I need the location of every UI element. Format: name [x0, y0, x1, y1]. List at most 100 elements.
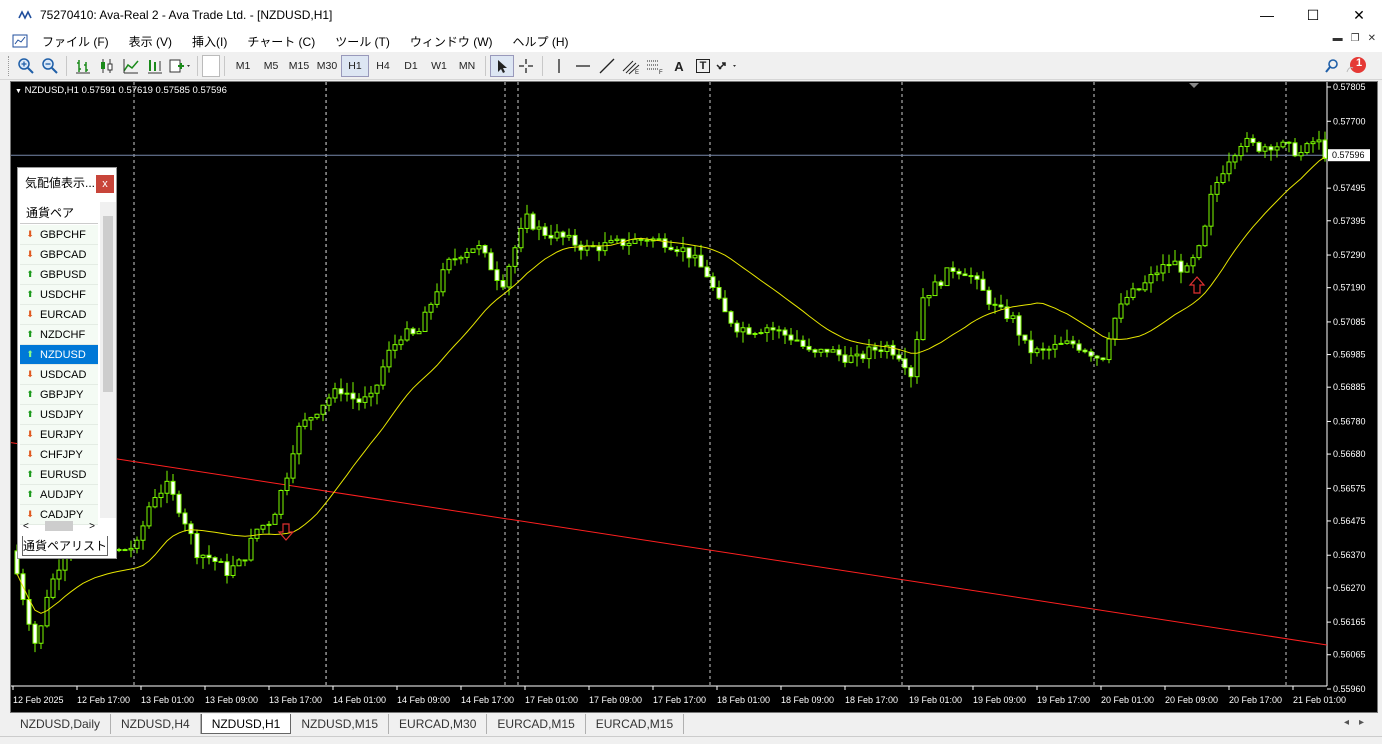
chart-tab[interactable]: EURCAD,M30	[389, 714, 488, 734]
symbol-row[interactable]: ⬇ GBPCHF	[20, 225, 98, 245]
symbol-row[interactable]: ⬇ USDCAD	[20, 365, 98, 385]
horizontal-scrollbar[interactable]: < >	[20, 518, 98, 534]
candle-body	[668, 246, 674, 251]
symbol-row[interactable]: ⬇ EURCAD	[20, 305, 98, 325]
hscroll-thumb[interactable]	[45, 521, 73, 531]
chart-header: ▼ NZDUSD,H1 0.57591 0.57619 0.57585 0.57…	[15, 85, 227, 96]
blank-button[interactable]	[202, 55, 220, 77]
toolbar-grip[interactable]	[8, 56, 11, 76]
menu-chart[interactable]: チャート (C)	[241, 33, 321, 50]
chart-tab[interactable]: NZDUSD,M15	[291, 714, 390, 734]
menu-window[interactable]: ウィンドウ (W)	[404, 33, 499, 50]
symbol-column-header[interactable]: 通貨ペア	[20, 202, 98, 224]
candle-body	[746, 327, 752, 335]
horizontal-line-icon[interactable]	[571, 55, 595, 77]
symbol-row[interactable]: ⬇ CHFJPY	[20, 445, 98, 465]
symbols-tab[interactable]: 通貨ペアリスト	[22, 536, 108, 556]
symbol-row[interactable]: ⬆ AUDJPY	[20, 485, 98, 505]
maximize-button[interactable]: ☐	[1290, 0, 1336, 30]
arrows-dropdown-icon[interactable]	[715, 55, 741, 77]
text-tool-icon[interactable]: A	[667, 55, 691, 77]
timeframe-m15[interactable]: M15	[285, 55, 313, 77]
zoom-out-icon[interactable]	[38, 55, 62, 77]
market-watch-window[interactable]: 気配値表示... x 通貨ペア ⬇ GBPCHF ⬇ GBPCAD ⬆ GBPUSD ⬆ US…	[17, 167, 117, 559]
menu-view[interactable]: 表示 (V)	[123, 33, 178, 50]
candle-body	[860, 353, 866, 360]
symbol-row[interactable]: ⬆ NZDCHF	[20, 325, 98, 345]
scroll-left-icon[interactable]: <	[23, 521, 29, 532]
price-chart[interactable]: 0.57805 0.57700 0.57495 0.57395 0.57290 0.571…	[11, 82, 1379, 714]
symbol-row[interactable]: ⬆ EURUSD	[20, 465, 98, 485]
notification-icon[interactable]: 1	[1344, 55, 1368, 77]
timeframe-m1[interactable]: M1	[229, 55, 257, 77]
candle-body	[422, 311, 428, 333]
timeframe-m30[interactable]: M30	[313, 55, 341, 77]
chart-tab[interactable]: NZDUSD,H1	[200, 714, 292, 734]
timeframe-mn[interactable]: MN	[453, 55, 481, 77]
minimize-button[interactable]: —	[1244, 0, 1290, 30]
timeframe-w1[interactable]: W1	[425, 55, 453, 77]
candle-body	[158, 492, 164, 499]
chart-area[interactable]: 0.57805 0.57700 0.57495 0.57395 0.57290 0.571…	[10, 81, 1378, 713]
mdi-close-icon[interactable]: ✕	[1368, 33, 1376, 44]
line-chart-icon[interactable]	[119, 55, 143, 77]
symbol-row[interactable]: ⬇ GBPCAD	[20, 245, 98, 265]
close-button[interactable]: ✕	[1336, 0, 1382, 30]
menu-tools[interactable]: ツール (T)	[329, 33, 396, 50]
symbol-row[interactable]: ⬇ EURJPY	[20, 425, 98, 445]
candle-body	[134, 539, 140, 549]
symbol-row[interactable]: ⬆ GBPUSD	[20, 265, 98, 285]
candle-body	[362, 396, 368, 403]
toolbar-separator	[224, 56, 225, 76]
market-watch-close-button[interactable]: x	[96, 175, 114, 193]
menu-file[interactable]: ファイル (F)	[36, 33, 115, 50]
candle-body	[398, 339, 404, 346]
crosshair-icon[interactable]	[514, 55, 538, 77]
mdi-restore-icon[interactable]: ❐	[1351, 33, 1360, 44]
chart-tab[interactable]: EURCAD,M15	[586, 714, 685, 734]
chart-shift-icon[interactable]	[143, 55, 167, 77]
notification-count: 1	[1356, 57, 1363, 69]
chart-tab[interactable]: NZDUSD,H4	[111, 714, 201, 734]
vertical-scrollbar[interactable]	[100, 202, 116, 518]
fibonacci-icon[interactable]: F	[643, 55, 667, 77]
trendline-icon[interactable]	[595, 55, 619, 77]
candle-body	[380, 366, 386, 386]
timeframe-m5[interactable]: M5	[257, 55, 285, 77]
scrollbar-thumb[interactable]	[103, 216, 113, 392]
menu-help[interactable]: ヘルプ (H)	[507, 33, 575, 50]
scroll-right-icon[interactable]: >	[89, 521, 95, 532]
candle-body	[968, 275, 974, 278]
svg-text:E: E	[635, 70, 639, 75]
up-arrow-icon: ⬆	[26, 409, 34, 419]
timeframe-h1[interactable]: H1	[341, 55, 369, 77]
tab-scroll-arrows-icon[interactable]: ◂▸	[1344, 717, 1374, 728]
template-dropdown-icon[interactable]	[167, 55, 193, 77]
mdi-minimize-icon[interactable]: ▬	[1333, 33, 1343, 44]
candle-body	[332, 388, 338, 399]
candle-body	[818, 348, 824, 353]
cursor-icon[interactable]	[490, 55, 514, 77]
menu-insert[interactable]: 挿入(I)	[186, 33, 233, 50]
timeframe-d1[interactable]: D1	[397, 55, 425, 77]
chart-window-icon[interactable]	[12, 33, 28, 49]
bar-chart-icon[interactable]	[71, 55, 95, 77]
up-arrow-icon: ⬆	[26, 329, 34, 339]
time-label: 14 Feb 01:00	[333, 695, 386, 705]
candle-body	[770, 327, 776, 331]
symbol-row[interactable]: ⬆ NZDUSD	[20, 345, 98, 365]
search-icon[interactable]	[1320, 55, 1344, 77]
symbol-row[interactable]: ⬆ USDCHF	[20, 285, 98, 305]
symbol-row[interactable]: ⬆ GBPJPY	[20, 385, 98, 405]
chart-tab[interactable]: EURCAD,M15	[487, 714, 586, 734]
candle-body	[872, 346, 878, 351]
zoom-in-icon[interactable]	[14, 55, 38, 77]
timeframe-h4[interactable]: H4	[369, 55, 397, 77]
text-label-icon[interactable]: T	[691, 55, 715, 77]
candlestick-icon[interactable]	[95, 55, 119, 77]
vertical-line-icon[interactable]	[547, 55, 571, 77]
symbol-row[interactable]: ⬆ USDJPY	[20, 405, 98, 425]
chart-tab[interactable]: NZDUSD,Daily	[10, 714, 112, 734]
price-label: 0.57700	[1333, 116, 1366, 126]
channel-icon[interactable]: E	[619, 55, 643, 77]
